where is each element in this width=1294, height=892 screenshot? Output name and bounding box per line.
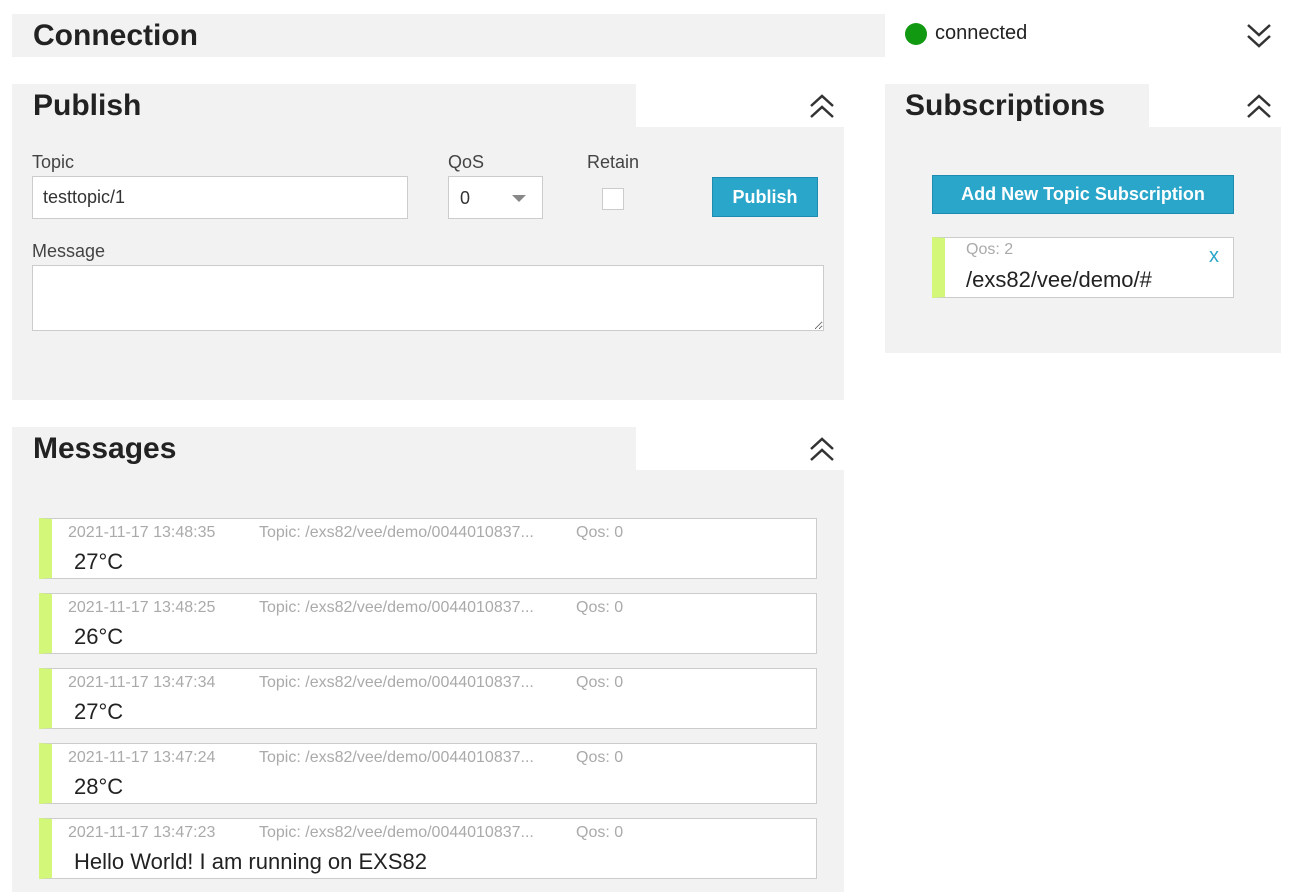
message-item: 2021-11-17 13:48:25 Topic: /exs82/vee/de…	[39, 593, 817, 654]
messages-title: Messages	[33, 432, 177, 465]
double-chevron-up-icon[interactable]	[809, 92, 835, 120]
message-text: Hello World! I am running on EXS82	[74, 849, 427, 874]
subscription-topic: /exs82/vee/demo/#	[966, 267, 1152, 292]
message-qos: Qos: 0	[576, 674, 624, 691]
messages-header: Messages	[12, 427, 636, 470]
connection-header[interactable]: Connection	[12, 14, 885, 57]
qos-select[interactable]: 0	[448, 176, 543, 219]
publish-header: Publish	[12, 84, 636, 127]
message-item: 2021-11-17 13:48:35 Topic: /exs82/vee/de…	[39, 518, 817, 579]
subscription-item: Qos: 2 /exs82/vee/demo/# x	[932, 237, 1234, 298]
publish-title: Publish	[33, 89, 142, 122]
remove-subscription-button[interactable]: x	[1209, 245, 1219, 268]
connection-title: Connection	[33, 19, 198, 52]
message-time: 2021-11-17 13:48:35	[68, 524, 216, 541]
message-item: 2021-11-17 13:47:34 Topic: /exs82/vee/de…	[39, 668, 817, 729]
subscriptions-header: Subscriptions	[885, 84, 1149, 127]
status-indicator-icon	[905, 23, 927, 45]
publish-panel	[12, 127, 844, 400]
subscription-qos: Qos: 2	[966, 241, 1014, 258]
message-label: Message	[32, 241, 106, 261]
qos-value: 0	[460, 188, 471, 208]
message-qos: Qos: 0	[576, 749, 624, 766]
message-text: 27°C	[74, 699, 124, 724]
message-text: 28°C	[74, 774, 124, 799]
message-qos: Qos: 0	[576, 524, 624, 541]
double-chevron-up-icon[interactable]	[1246, 92, 1272, 120]
message-time: 2021-11-17 13:47:24	[68, 749, 216, 766]
message-textarea[interactable]	[32, 265, 824, 331]
topic-label: Topic	[32, 152, 75, 172]
message-qos: Qos: 0	[576, 824, 624, 841]
message-topic: Topic: /exs82/vee/demo/0044010837...	[259, 674, 534, 691]
message-item: 2021-11-17 13:47:24 Topic: /exs82/vee/de…	[39, 743, 817, 804]
qos-label: QoS	[448, 152, 485, 172]
retain-checkbox[interactable]	[602, 188, 624, 210]
message-text: 27°C	[74, 549, 124, 574]
message-time: 2021-11-17 13:48:25	[68, 599, 216, 616]
publish-button[interactable]: Publish	[712, 177, 818, 217]
message-topic: Topic: /exs82/vee/demo/0044010837...	[259, 824, 534, 841]
message-time: 2021-11-17 13:47:34	[68, 674, 216, 691]
subscriptions-title: Subscriptions	[905, 89, 1106, 122]
message-item: 2021-11-17 13:47:23 Topic: /exs82/vee/de…	[39, 818, 817, 879]
message-qos: Qos: 0	[576, 599, 624, 616]
double-chevron-up-icon[interactable]	[809, 435, 835, 463]
retain-label: Retain	[587, 152, 640, 172]
dropdown-arrow-icon	[512, 195, 526, 202]
message-text: 26°C	[74, 624, 124, 649]
connection-status: connected	[935, 22, 1028, 44]
message-topic: Topic: /exs82/vee/demo/0044010837...	[259, 524, 534, 541]
double-chevron-down-icon[interactable]	[1246, 21, 1272, 49]
message-time: 2021-11-17 13:47:23	[68, 824, 216, 841]
message-topic: Topic: /exs82/vee/demo/0044010837...	[259, 599, 534, 616]
add-subscription-button[interactable]: Add New Topic Subscription	[932, 175, 1234, 214]
topic-input[interactable]	[32, 176, 408, 219]
message-topic: Topic: /exs82/vee/demo/0044010837...	[259, 749, 534, 766]
